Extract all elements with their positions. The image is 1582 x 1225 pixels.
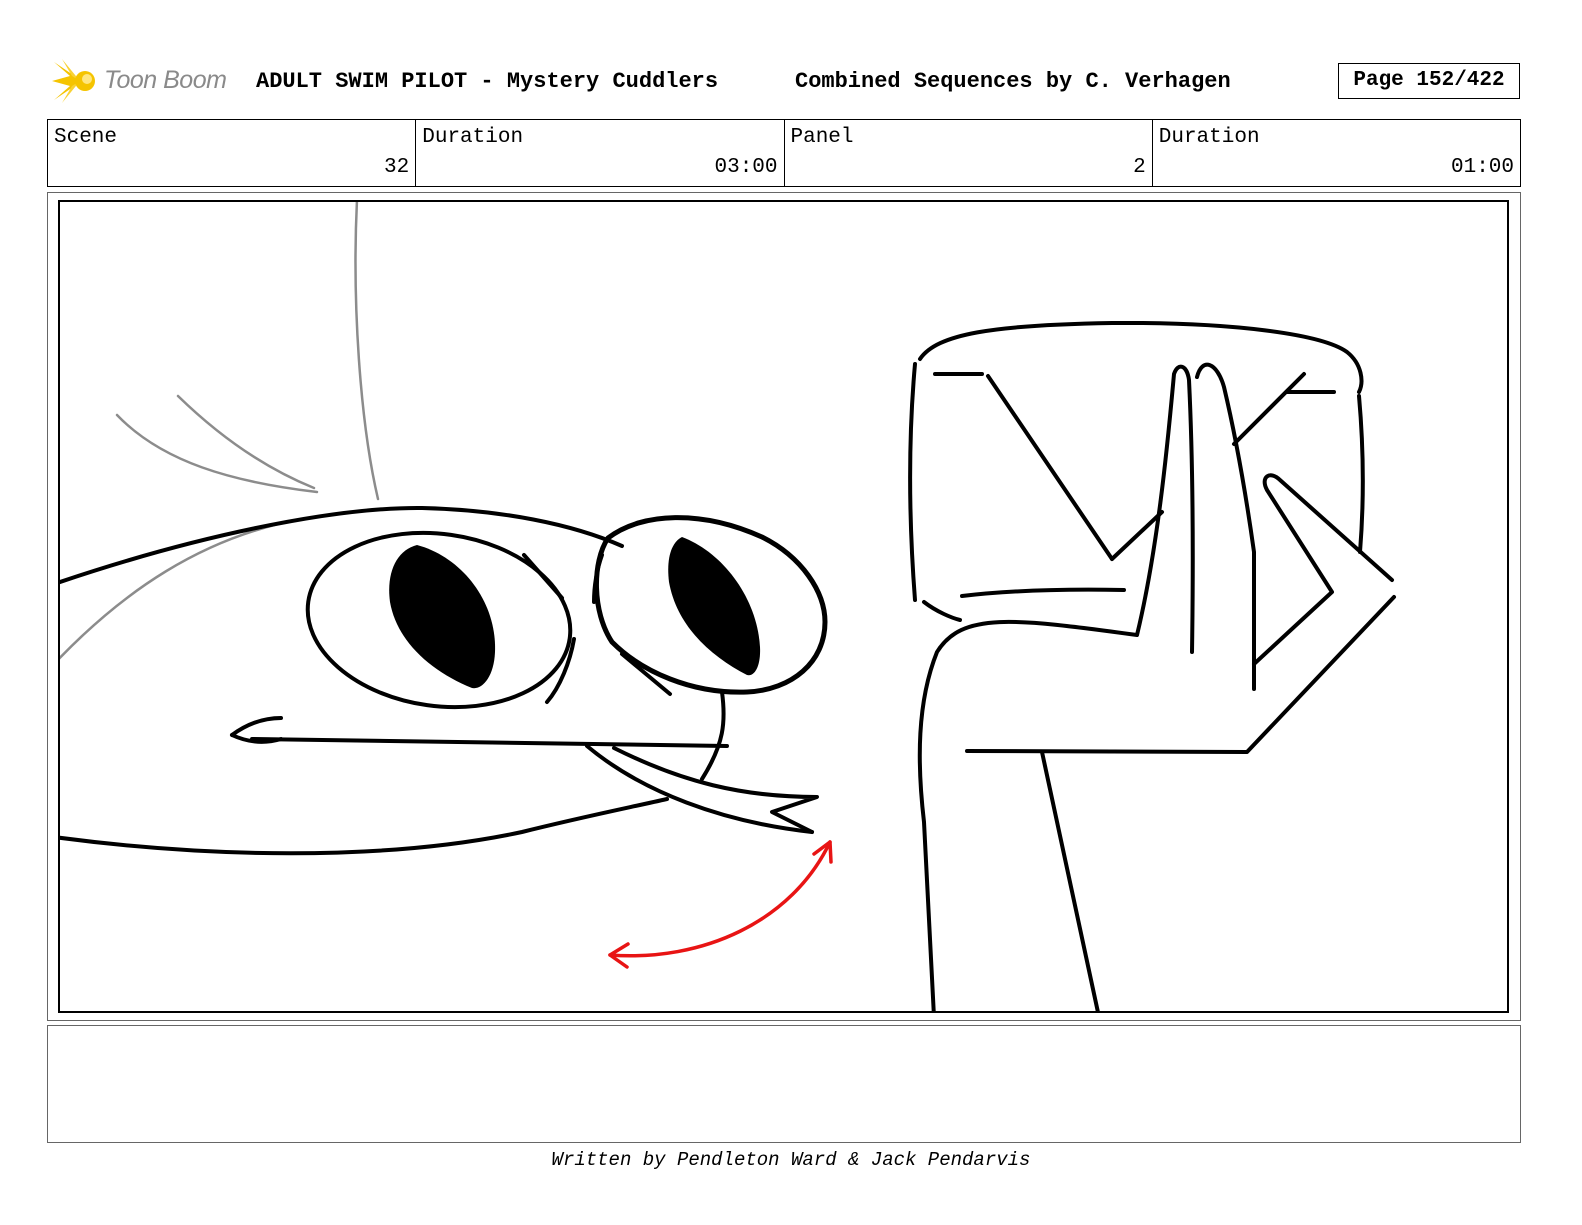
toon-boom-logo: Toon Boom xyxy=(52,56,242,106)
panel-notes xyxy=(47,1025,1521,1143)
panel-duration-label: Duration xyxy=(1158,126,1260,149)
panel-duration-value: 01:00 xyxy=(1450,156,1514,179)
storyboard-header: Toon Boom ADULT SWIM PILOT - Mystery Cud… xyxy=(52,56,1540,106)
storyboard-panel-image xyxy=(58,200,1509,1013)
scene-duration-label: Duration xyxy=(422,126,524,149)
page-number: Page 152/422 xyxy=(1338,63,1520,99)
panel-drawing xyxy=(60,202,1396,1011)
scene-duration-cell: Duration 03:00 xyxy=(416,120,785,186)
sequence-title: Combined Sequences by C. Verhagen xyxy=(795,69,1231,94)
scene-value: 32 xyxy=(384,156,410,179)
panel-info-bar: Scene 32 Duration 03:00 Panel 2 Duration… xyxy=(47,119,1521,187)
panel-value: 2 xyxy=(1133,156,1146,179)
panel-label: Panel xyxy=(790,126,854,149)
panel-duration-cell: Duration 01:00 xyxy=(1153,120,1520,186)
panel-cell: Panel 2 xyxy=(785,120,1153,186)
credits: Written by Pendleton Ward & Jack Pendarv… xyxy=(551,1149,1031,1171)
logo-text: Toon Boom xyxy=(104,66,227,94)
star-burst-icon xyxy=(52,59,95,103)
scene-cell: Scene 32 xyxy=(48,120,417,186)
scene-label: Scene xyxy=(54,126,118,149)
project-title: ADULT SWIM PILOT - Mystery Cuddlers xyxy=(256,69,719,94)
scene-duration-value: 03:00 xyxy=(714,156,778,179)
